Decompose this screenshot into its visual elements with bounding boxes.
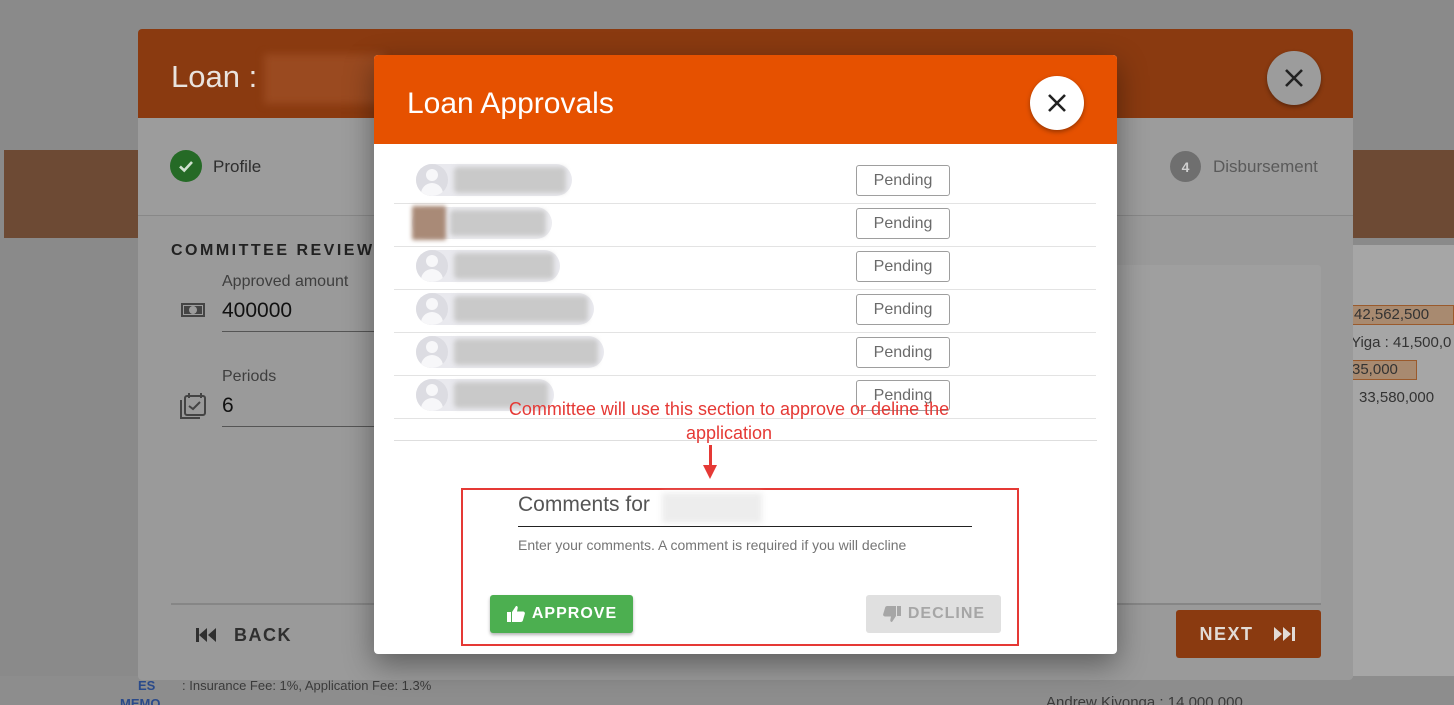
thumb-up-icon bbox=[506, 606, 525, 622]
approvals-title: Loan Approvals bbox=[407, 87, 614, 120]
approver-row: Pending bbox=[394, 204, 1096, 247]
background-value: 42,562,500 bbox=[1354, 306, 1430, 323]
comment-field-label: Comments for bbox=[518, 493, 650, 516]
annotation-text: Committee will use this section to appro… bbox=[508, 399, 950, 443]
background-label: ES bbox=[138, 678, 156, 693]
avatar bbox=[416, 336, 448, 368]
avatar bbox=[416, 164, 448, 196]
next-button-label: NEXT bbox=[1199, 623, 1254, 644]
background-value: 33,580,000 bbox=[1359, 389, 1435, 406]
step-disbursement[interactable]: Disbursement bbox=[1213, 157, 1318, 177]
approver-chip bbox=[416, 336, 604, 368]
periods-underline bbox=[222, 426, 375, 427]
background-value: Yiga : 41,500,0 bbox=[1351, 334, 1452, 351]
annotation-arrow-head bbox=[703, 465, 717, 479]
approver-row: Pending bbox=[394, 247, 1096, 290]
annotation-arrow bbox=[709, 445, 712, 467]
status-badge: Pending bbox=[856, 208, 950, 239]
step-number-badge: 4 bbox=[1170, 151, 1201, 182]
approver-chip bbox=[412, 206, 552, 240]
skip-previous-icon bbox=[196, 628, 216, 642]
decline-button-label: DECLINE bbox=[907, 605, 986, 622]
calendar-check-icon bbox=[178, 390, 208, 420]
avatar bbox=[416, 250, 448, 282]
background-text: Andrew Kivonga : 14,000,000 bbox=[1046, 694, 1243, 705]
approver-row: Pending bbox=[394, 290, 1096, 333]
step-profile[interactable]: Profile bbox=[213, 157, 261, 177]
redacted-name bbox=[454, 296, 588, 322]
status-badge: Pending bbox=[856, 165, 950, 196]
avatar bbox=[416, 293, 448, 325]
thumb-down-icon bbox=[882, 606, 901, 622]
decline-button[interactable]: DECLINE bbox=[866, 595, 1001, 633]
approved-amount-underline bbox=[222, 331, 375, 332]
close-icon bbox=[1285, 69, 1303, 87]
money-icon bbox=[178, 295, 208, 325]
approver-row: Pending bbox=[394, 161, 1096, 204]
redacted-name bbox=[454, 167, 566, 193]
approver-chip bbox=[416, 164, 572, 196]
comment-input[interactable] bbox=[518, 526, 972, 527]
loan-dialog-title: Loan : bbox=[171, 59, 258, 94]
close-approvals-button[interactable] bbox=[1030, 76, 1084, 130]
approved-amount-label: Approved amount bbox=[222, 273, 349, 290]
back-button[interactable]: BACK bbox=[194, 620, 292, 650]
approver-chip bbox=[416, 250, 560, 282]
status-badge: Pending bbox=[856, 251, 950, 282]
redacted-name bbox=[454, 339, 598, 365]
background-value: 35,000 bbox=[1352, 361, 1398, 378]
avatar bbox=[416, 379, 448, 411]
back-button-label: BACK bbox=[234, 624, 292, 645]
check-circle-icon bbox=[170, 150, 202, 182]
close-loan-dialog-button[interactable] bbox=[1267, 51, 1321, 105]
approver-chip bbox=[416, 293, 594, 325]
section-title: COMMITTEE REVIEW bbox=[171, 242, 375, 259]
status-badge: Pending bbox=[856, 294, 950, 325]
approver-row: Pending bbox=[394, 333, 1096, 376]
avatar bbox=[412, 206, 446, 240]
redacted-name bbox=[264, 54, 384, 104]
redacted-name bbox=[450, 210, 546, 236]
redacted-name bbox=[454, 253, 554, 279]
redacted-name bbox=[662, 493, 762, 523]
skip-next-icon bbox=[1273, 627, 1295, 641]
approved-amount-input[interactable]: 400000 bbox=[222, 299, 292, 323]
status-badge: Pending bbox=[856, 337, 950, 368]
approvals-header: Loan Approvals bbox=[374, 55, 1117, 144]
close-icon bbox=[1048, 94, 1066, 112]
approve-button-label: APPROVE bbox=[531, 605, 618, 622]
review-card bbox=[1111, 265, 1321, 605]
periods-label: Periods bbox=[222, 368, 277, 385]
background-label: MEMO bbox=[120, 696, 161, 705]
background-text: : Insurance Fee: 1%, Application Fee: 1.… bbox=[182, 678, 432, 693]
comment-hint: Enter your comments. A comment is requir… bbox=[518, 537, 907, 553]
next-button[interactable]: NEXT bbox=[1176, 610, 1321, 658]
approve-button[interactable]: APPROVE bbox=[490, 595, 633, 633]
loan-approvals-dialog: Loan Approvals Pending Pending Pending P… bbox=[374, 55, 1117, 654]
periods-input[interactable]: 6 bbox=[222, 394, 234, 418]
